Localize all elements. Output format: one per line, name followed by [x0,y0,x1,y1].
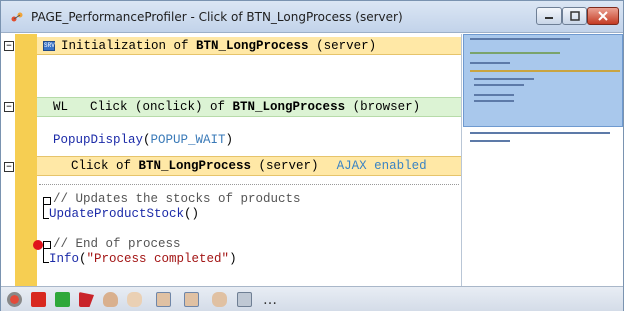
function-name: Info [49,252,80,266]
hand-pointer-icon[interactable] [156,292,171,307]
wl-tag: WL [53,100,69,114]
minimap-line [474,84,524,86]
minimap-line [470,52,560,54]
block2-suffix: (browser) [345,100,421,114]
code-line-popup[interactable]: PopupDisplay(POPUP_WAIT) [53,133,233,147]
more-button[interactable]: … [263,292,277,308]
hand-grab-icon[interactable] [212,292,227,307]
minimap-line [470,140,510,142]
comment-line: // Updates the stocks of products [53,192,301,206]
window-title: PAGE_PerformanceProfiler - Click of BTN_… [31,10,403,24]
minimap-line [474,94,514,96]
hand-icon[interactable] [127,292,142,307]
paren-close: ) [229,252,237,266]
block3-name: BTN_LongProcess [138,159,252,173]
paren-open: ( [79,252,87,266]
close-icon [598,11,608,21]
block1-prefix: Initialization of [61,38,197,53]
function-name: PopupDisplay [53,133,144,147]
hand-select-icon[interactable] [184,292,199,307]
maximize-icon [569,11,580,21]
eye-view-icon[interactable] [237,292,252,307]
minimap-line [470,38,570,40]
red-square-icon[interactable] [31,292,46,307]
minimize-button[interactable] [536,7,562,25]
minimap-viewport[interactable] [463,34,623,127]
block3-suffix: (server) [251,159,319,173]
minimap-line [470,62,510,64]
paren-close: ) [225,133,234,147]
collapse-icon[interactable]: − [4,102,14,112]
separator [39,184,459,185]
block1-name: BTN_LongProcess [196,38,309,53]
function-args: () [184,207,200,221]
breakpoint-icon[interactable] [33,240,43,250]
title-bar[interactable]: PAGE_PerformanceProfiler - Click of BTN_… [1,1,623,33]
code-line-update[interactable]: UpdateProductStock() [49,207,199,221]
bottom-toolbar: … [1,286,623,311]
code-minimap[interactable] [461,34,623,286]
minimap-line [470,132,610,134]
minimap-line [474,78,534,80]
code-editor[interactable]: − SRV Initialization of BTN_LongProcess … [1,34,461,286]
hand-cursor-icon[interactable] [103,292,118,307]
minimize-icon [545,17,553,19]
server-badge: SRV [43,40,55,51]
ajax-enabled-label: AJAX enabled [336,159,427,173]
app-icon [11,12,23,22]
close-button[interactable] [587,7,619,25]
comment-line: // End of process [53,237,181,251]
minimap-line [470,70,620,72]
constant-arg: POPUP_WAIT [150,133,226,147]
block3-prefix: Click of [71,159,139,173]
block2-prefix: Click (onclick) of [90,100,233,114]
green-square-icon[interactable] [55,292,70,307]
block1-suffix: (server) [308,38,377,53]
profiler-window: PAGE_PerformanceProfiler - Click of BTN_… [0,0,624,311]
block2-name: BTN_LongProcess [232,100,346,114]
block-header-server-click[interactable]: Click of BTN_LongProcess (server) AJAX en… [37,156,461,176]
red-flag-icon[interactable] [79,292,94,307]
block-header-initialization[interactable]: SRV Initialization of BTN_LongProcess (s… [37,37,461,55]
collapse-icon[interactable]: − [4,162,14,172]
collapse-icon[interactable] [43,241,51,249]
function-name: UpdateProductStock [49,207,185,221]
paren-open: ( [143,133,151,147]
gutter [1,34,15,286]
string-arg: "Process completed" [86,252,230,266]
minimap-line [474,100,514,102]
code-line-info[interactable]: Info("Process completed") [49,252,237,266]
maximize-button[interactable] [562,7,587,25]
block-header-browser-click[interactable]: WL Click (onclick) of BTN_LongProcess (b… [37,97,461,117]
collapse-icon[interactable] [43,197,51,205]
stop-icon[interactable] [7,292,22,307]
collapse-icon[interactable]: − [4,41,14,51]
